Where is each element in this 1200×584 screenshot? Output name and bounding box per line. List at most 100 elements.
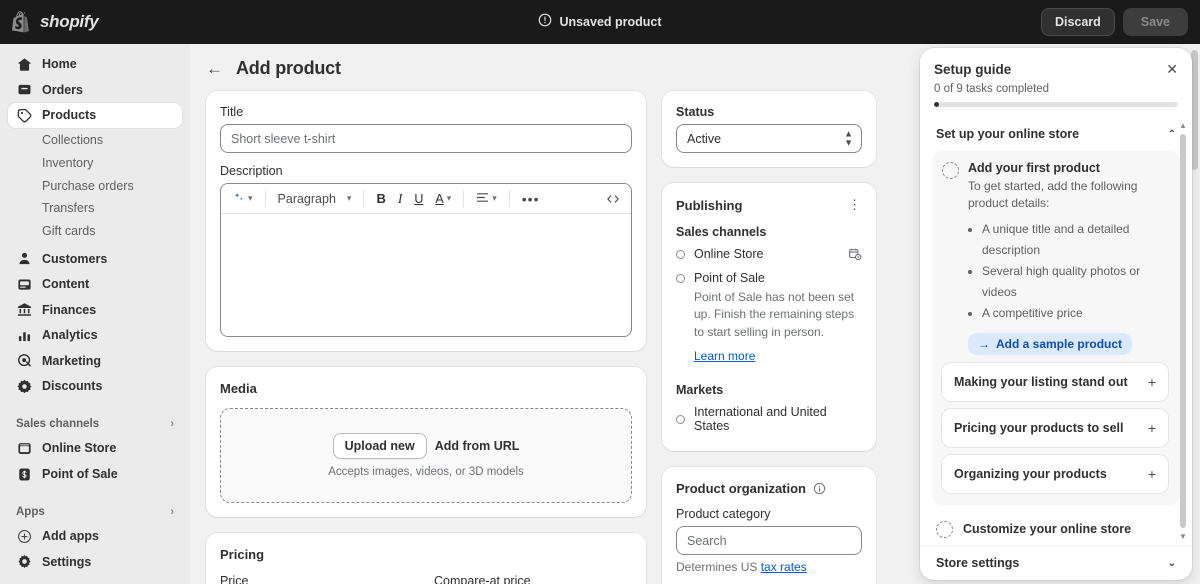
analytics-bars-icon bbox=[16, 327, 32, 343]
product-organization-card: Product organization Product category De… bbox=[662, 467, 876, 584]
sidebar-section-apps[interactable]: Apps › bbox=[8, 499, 182, 524]
ellipsis-icon[interactable]: ••• bbox=[517, 188, 545, 210]
chevron-down-icon: ▾ bbox=[248, 193, 253, 203]
description-textarea[interactable] bbox=[221, 214, 631, 336]
channel-row-point-of-sale[interactable]: Point of Sale bbox=[676, 271, 862, 285]
chevron-down-icon: ▾ bbox=[446, 193, 452, 203]
open-task-row: Add your first product To get started, a… bbox=[942, 161, 1168, 356]
sidebar-section-sales-channels[interactable]: Sales channels › bbox=[8, 412, 182, 437]
setup-guide-footer-section[interactable]: Store settings ⌄ bbox=[920, 545, 1192, 580]
sidebar-item-products[interactable]: Products bbox=[8, 103, 182, 128]
discard-button[interactable]: Discard bbox=[1040, 8, 1115, 36]
media-card: Media Upload new Add from URL Accepts im… bbox=[206, 367, 646, 517]
title-input[interactable] bbox=[220, 124, 632, 153]
sales-channels-label: Sales channels bbox=[676, 225, 767, 239]
chevron-right-icon: › bbox=[170, 417, 174, 430]
task-label: Customize your online store bbox=[963, 522, 1132, 537]
setup-guide-collapsed-task-3[interactable]: Organizing your products + bbox=[942, 455, 1168, 494]
brand[interactable]: shopify bbox=[12, 11, 184, 33]
market-row[interactable]: International and United States bbox=[676, 405, 862, 433]
sidebar-item-gift-cards[interactable]: Gift cards bbox=[8, 220, 182, 243]
channel-row-online-store[interactable]: Online Store bbox=[676, 247, 862, 261]
market-name: International and United States bbox=[694, 405, 827, 434]
radio-icon[interactable] bbox=[676, 249, 685, 259]
sidebar-item-add-apps[interactable]: Add apps bbox=[8, 524, 182, 549]
arrow-left-icon[interactable]: ← bbox=[206, 60, 223, 77]
sidebar-item-online-store[interactable]: Online Store bbox=[8, 436, 182, 461]
toolbar-divider bbox=[508, 190, 510, 207]
title-description-card: Title Description ▾ bbox=[206, 91, 646, 351]
sidebar-item-purchase-orders[interactable]: Purchase orders bbox=[8, 174, 182, 197]
setup-guide-scrollbar[interactable]: ▲ ▼ bbox=[1178, 121, 1188, 541]
block-format-dropdown[interactable]: Paragraph ▾ bbox=[273, 188, 357, 210]
setup-guide-collapsed-task-1[interactable]: Making your listing stand out + bbox=[942, 363, 1168, 402]
sidebar-item-discounts[interactable]: Discounts bbox=[8, 374, 182, 399]
sidebar-item-inventory[interactable]: Inventory bbox=[8, 151, 182, 174]
calendar-clock-icon[interactable] bbox=[848, 247, 862, 261]
ai-assist-button[interactable]: ▾ bbox=[227, 188, 258, 210]
sidebar-item-collections[interactable]: Collections bbox=[8, 129, 182, 152]
main-scrollbar[interactable] bbox=[1191, 50, 1198, 170]
setup-guide-section-header[interactable]: Set up your online store ⌃ bbox=[932, 117, 1180, 151]
bold-button[interactable]: B bbox=[371, 188, 390, 210]
plus-icon: + bbox=[1147, 374, 1156, 391]
radio-icon[interactable] bbox=[676, 414, 685, 424]
close-x-icon[interactable]: ✕ bbox=[1166, 62, 1178, 76]
products-tag-icon bbox=[16, 107, 32, 123]
sidebar-item-marketing[interactable]: Marketing bbox=[8, 349, 182, 374]
sidebar-item-label: Orders bbox=[42, 82, 83, 97]
add-from-url-button[interactable]: Add from URL bbox=[435, 439, 520, 453]
align-left-icon bbox=[476, 192, 489, 206]
scroll-up-arrow-icon[interactable]: ▲ bbox=[1178, 121, 1188, 130]
description-field-label: Description bbox=[220, 164, 283, 178]
add-sample-product-button[interactable]: → Add a sample product bbox=[968, 333, 1133, 356]
upload-new-button[interactable]: Upload new bbox=[332, 433, 427, 459]
learn-more-link[interactable]: Learn more bbox=[694, 349, 755, 363]
dashed-circle-icon[interactable] bbox=[936, 521, 953, 539]
vertical-ellipsis-icon[interactable]: ⋮ bbox=[848, 197, 862, 213]
status-select[interactable] bbox=[676, 124, 862, 153]
determines-tax-note: Determines US tax rates bbox=[676, 560, 862, 574]
info-circle-icon[interactable] bbox=[813, 482, 826, 495]
sidebar-item-orders[interactable]: Orders bbox=[8, 78, 182, 103]
scrollbar-thumb[interactable] bbox=[1180, 134, 1186, 528]
channel-name: Online Store bbox=[694, 247, 764, 261]
media-dropzone[interactable]: Upload new Add from URL Accepts images, … bbox=[220, 408, 632, 503]
markets-label: Markets bbox=[676, 383, 724, 398]
sidebar-item-customers[interactable]: Customers bbox=[8, 247, 182, 272]
radio-icon[interactable] bbox=[676, 273, 685, 283]
code-icon[interactable] bbox=[601, 188, 625, 210]
text-color-button[interactable]: A ▾ bbox=[430, 188, 456, 210]
pricing-card: Pricing Price Compare-at price bbox=[206, 533, 646, 584]
toolbar-divider bbox=[463, 190, 465, 207]
shopify-bag-icon bbox=[12, 11, 32, 33]
scroll-down-arrow-icon[interactable]: ▼ bbox=[1178, 532, 1188, 541]
dashed-circle-icon[interactable] bbox=[942, 162, 959, 179]
sidebar-item-point-of-sale[interactable]: Point of Sale bbox=[8, 462, 182, 487]
content-icon bbox=[16, 276, 32, 292]
status-heading: Status bbox=[676, 105, 715, 119]
align-button[interactable]: ▾ bbox=[471, 188, 502, 210]
media-actions: Upload new Add from URL bbox=[332, 433, 520, 459]
sidebar-item-settings[interactable]: Settings bbox=[8, 549, 182, 574]
save-button[interactable]: Save bbox=[1122, 8, 1188, 36]
sidebar-item-finances[interactable]: Finances bbox=[8, 298, 182, 323]
apps-label: Apps bbox=[16, 505, 45, 518]
setup-guide-task-customize-store[interactable]: Customize your online store bbox=[932, 511, 1180, 545]
sidebar-item-home[interactable]: Home bbox=[8, 52, 182, 77]
sidebar-item-analytics[interactable]: Analytics bbox=[8, 323, 182, 348]
sidebar-item-transfers[interactable]: Transfers bbox=[8, 197, 182, 220]
point-of-sale-icon bbox=[16, 466, 32, 482]
italic-button[interactable]: I bbox=[393, 188, 408, 210]
collapsed-task-label: Organizing your products bbox=[954, 467, 1107, 482]
sidebar-item-content[interactable]: Content bbox=[8, 272, 182, 297]
plus-circle-icon bbox=[16, 528, 32, 544]
orders-inbox-icon bbox=[16, 82, 32, 98]
product-category-label: Product category bbox=[676, 507, 771, 522]
underline-button[interactable]: U bbox=[409, 188, 428, 210]
sidebar-item-label: Content bbox=[42, 277, 90, 292]
product-category-input[interactable] bbox=[676, 526, 862, 556]
tax-rates-link[interactable]: tax rates bbox=[761, 560, 807, 574]
setup-guide-collapsed-task-2[interactable]: Pricing your products to sell + bbox=[942, 409, 1168, 448]
status-card: Status ▲▼ bbox=[662, 91, 876, 167]
